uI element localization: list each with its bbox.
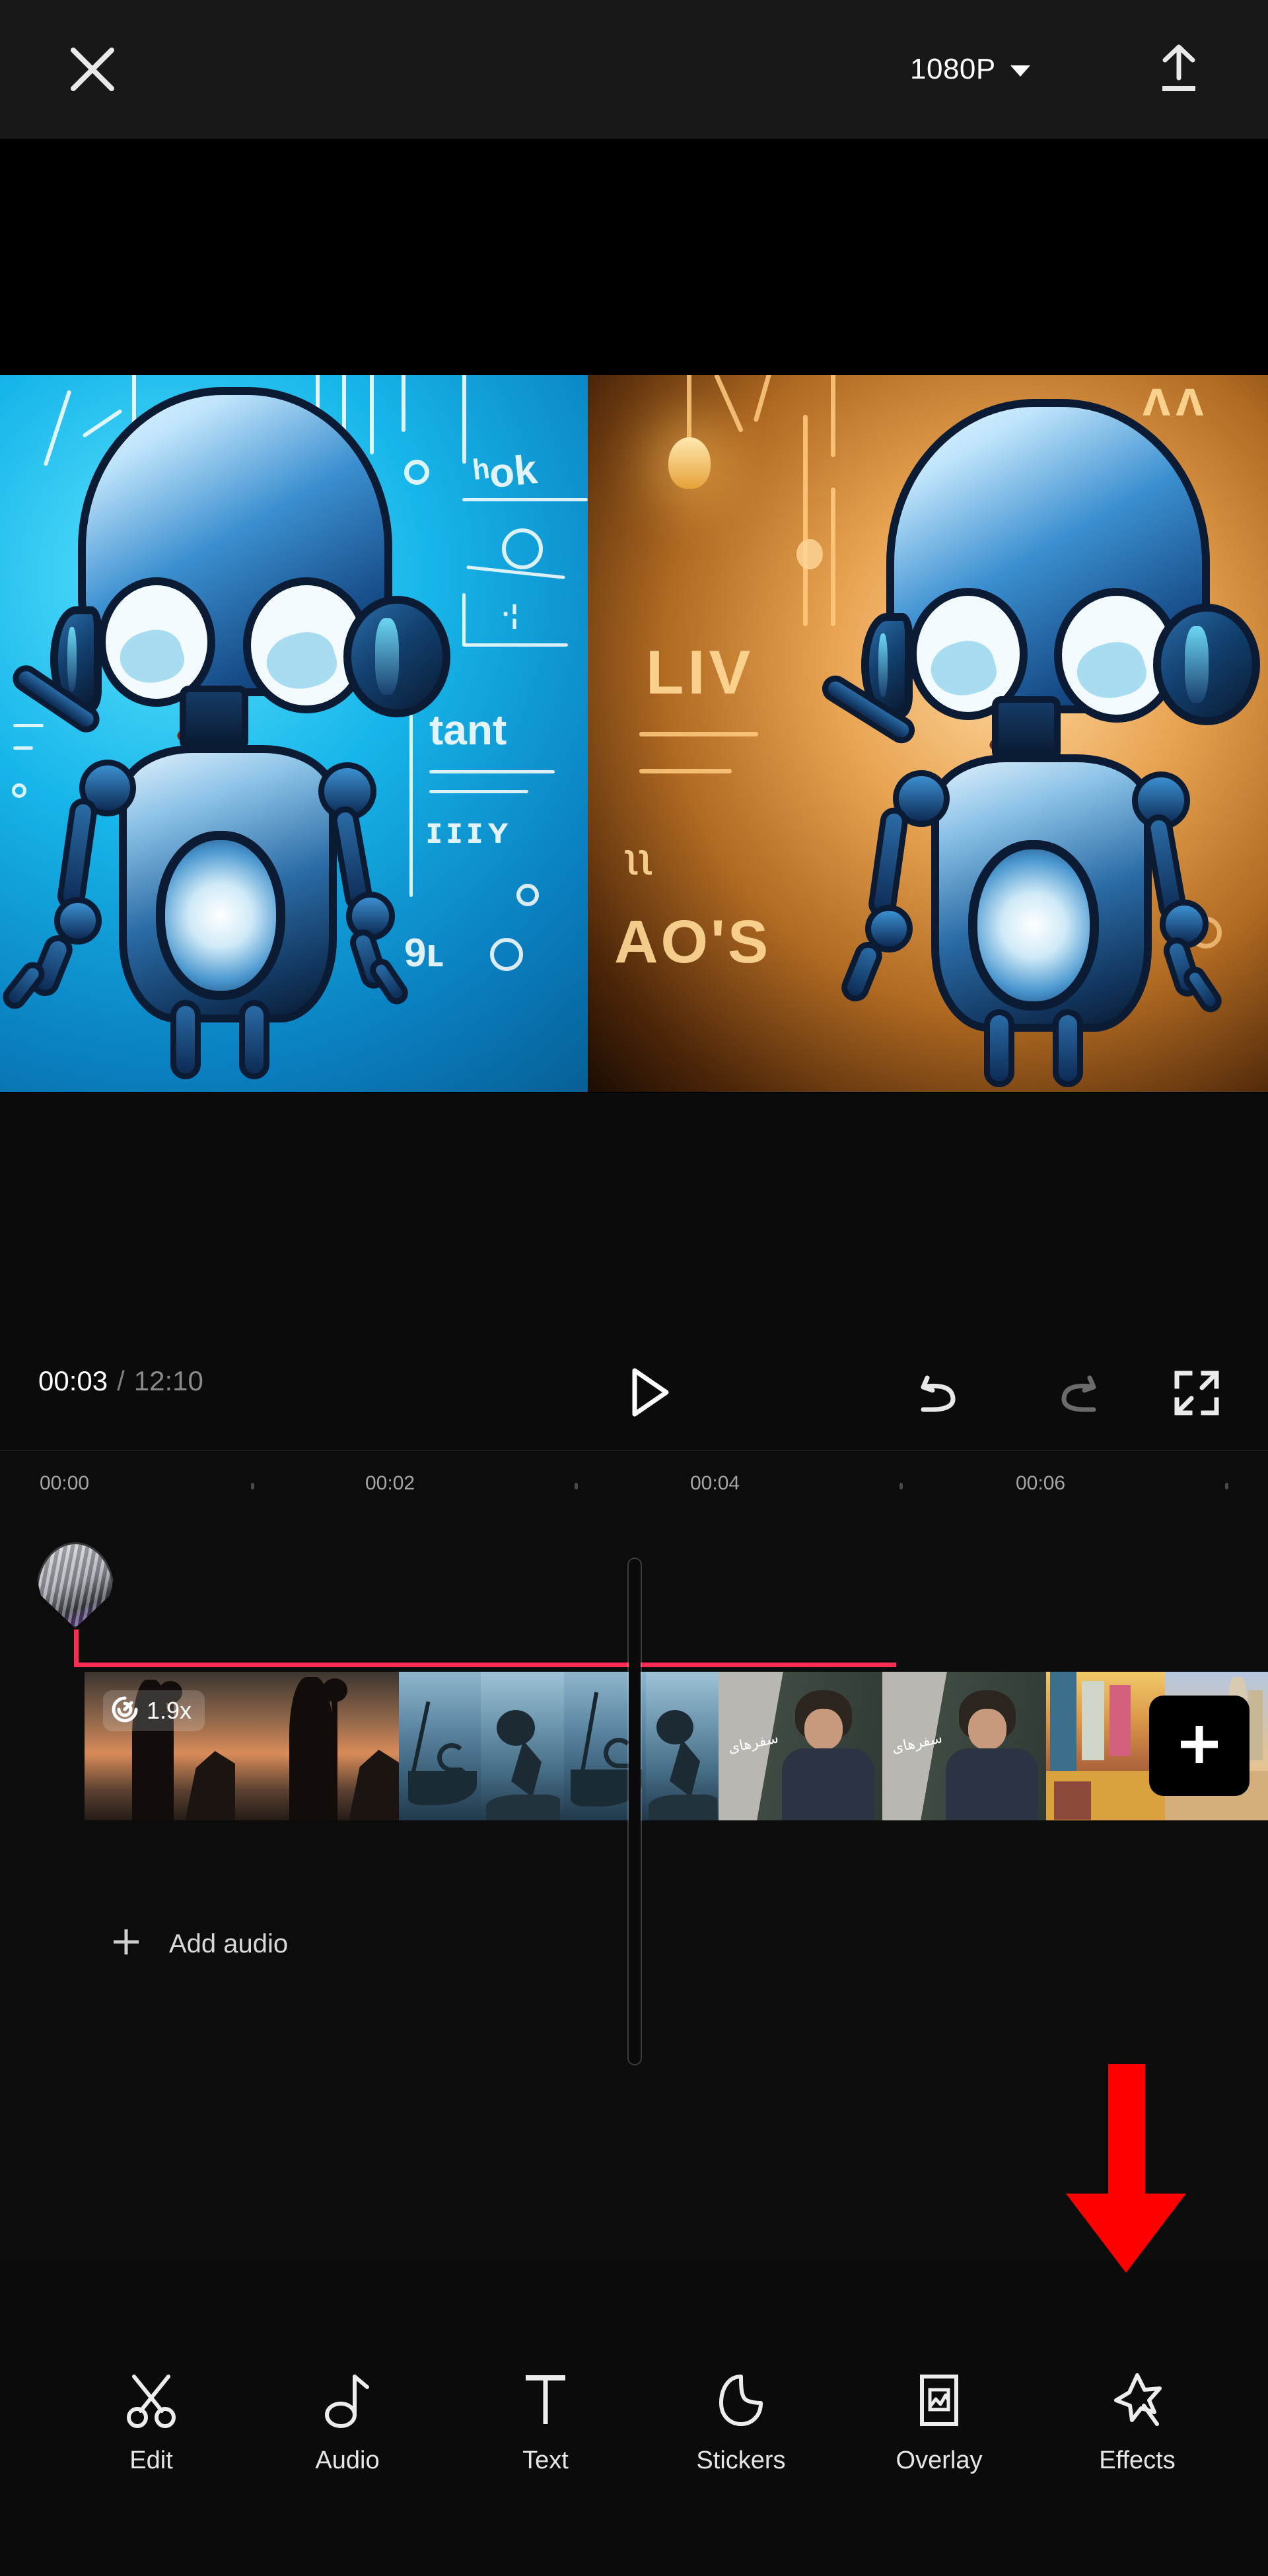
cover-bubble [36, 1542, 114, 1628]
table-row[interactable] [646, 1672, 719, 1820]
plus-icon [1176, 1721, 1223, 1771]
tool-overlay[interactable]: Overlay [864, 2370, 1014, 2473]
export-button[interactable] [1146, 36, 1212, 102]
table-row[interactable] [235, 1672, 399, 1820]
add-clip-button[interactable] [1149, 1696, 1250, 1796]
doodle-stroke [462, 375, 466, 464]
doodle-ring [12, 783, 26, 798]
tool-effects[interactable]: Effects [1062, 2370, 1213, 2473]
time-separator: / [117, 1365, 125, 1396]
doodle-stroke [13, 746, 33, 750]
doodle-stroke [13, 724, 44, 727]
doodle-stroke [462, 643, 568, 647]
resolution-label: 1080P [910, 53, 996, 85]
scissors-icon [123, 2370, 179, 2431]
doodle-stroke [409, 699, 413, 897]
ruler-label: 00:02 [365, 1472, 415, 1494]
playback-bar: 00:03 / 12:10 [0, 1334, 1268, 1450]
overlay-image-icon [915, 2370, 963, 2431]
tool-label: Text [522, 2447, 569, 2474]
fullscreen-button[interactable] [1166, 1363, 1228, 1425]
speed-label: 1.9x [147, 1697, 192, 1724]
cover-connector-horizontal [74, 1663, 896, 1667]
tool-label: Stickers [696, 2447, 786, 2474]
doodle-stroke [429, 790, 528, 793]
doodle-stroke [370, 375, 374, 454]
laptop-keyboard-thumbnail [38, 1544, 112, 1626]
redo-button[interactable] [1043, 1363, 1106, 1425]
undo-button[interactable] [911, 1363, 973, 1425]
video-editor-app: 1080P ʰok ·¦ tant ɪɪɪʏ 9ʟ LIV ʅʅ AO'S ʌʌ… [0, 0, 1268, 2576]
table-row[interactable]: سفرهای [719, 1672, 882, 1820]
doodle-ring [516, 884, 539, 906]
ruler-tick [251, 1483, 254, 1489]
redo-icon [1050, 1370, 1099, 1419]
tool-stickers[interactable]: Stickers [666, 2370, 816, 2473]
add-audio-button[interactable]: Add audio [111, 1927, 288, 1960]
table-row[interactable]: سفرهای [882, 1672, 1046, 1820]
preview-pane-right: LIV ʅʅ AO'S ʌʌ [588, 375, 1268, 1092]
fullscreen-icon [1173, 1369, 1220, 1420]
timecode-display: 00:03 / 12:10 [38, 1367, 203, 1395]
doodle-stroke [429, 770, 555, 773]
video-preview[interactable]: ʰok ·¦ tant ɪɪɪʏ 9ʟ LIV ʅʅ AO'S ʌʌ [0, 139, 1268, 1093]
undo-icon [918, 1370, 967, 1419]
tool-label: Audio [315, 2447, 380, 2474]
video-track[interactable]: 1.9x سفرهای سفرهای [85, 1672, 1268, 1820]
preview-pane-left: ʰok ·¦ tant ɪɪɪʏ 9ʟ [0, 375, 588, 1092]
doodle-dot [796, 539, 823, 569]
resolution-selector[interactable]: 1080P [910, 41, 1030, 98]
table-row[interactable] [399, 1672, 481, 1820]
ruler-tick [575, 1483, 578, 1489]
ruler-label: 00:00 [40, 1472, 90, 1494]
timeline-playhead[interactable] [629, 1559, 641, 2064]
table-row[interactable]: 1.9x [85, 1672, 235, 1820]
cover-thumbnail-marker[interactable] [36, 1542, 114, 1636]
play-icon [629, 1367, 670, 1421]
lamp-bulb-doodle [668, 437, 711, 489]
clip-caption: سفرهای [726, 1730, 780, 1757]
speed-badge[interactable]: 1.9x [103, 1690, 205, 1731]
bottom-toolbar: Edit Audio Text Stickers Overlay Effects [0, 2338, 1268, 2576]
sticker-icon [715, 2370, 767, 2431]
doodle-ring [502, 528, 543, 569]
close-icon [67, 44, 118, 95]
plus-icon [111, 1927, 141, 1960]
tool-label: Edit [129, 2447, 173, 2474]
timeline-ruler[interactable]: 00:00 00:02 00:04 00:06 [0, 1450, 1268, 1522]
text-t-icon [520, 2370, 571, 2431]
magic-star-icon [1110, 2370, 1165, 2431]
add-audio-label: Add audio [169, 1929, 289, 1958]
tool-label: Overlay [896, 2447, 983, 2474]
clip-caption: سفرهای [890, 1730, 944, 1757]
ruler-label: 00:04 [690, 1472, 740, 1494]
tool-text[interactable]: Text [470, 2370, 621, 2473]
doodle-stroke [462, 498, 588, 501]
top-bar: 1080P [0, 0, 1268, 139]
doodle-stroke [402, 375, 405, 432]
ruler-tick [899, 1483, 903, 1489]
video-frame: ʰok ·¦ tant ɪɪɪʏ 9ʟ LIV ʅʅ AO'S ʌʌ [0, 375, 1268, 1092]
chevron-down-icon [1010, 65, 1030, 77]
upload-icon [1154, 42, 1203, 97]
play-button[interactable] [614, 1358, 686, 1429]
total-time: 12:10 [133, 1365, 203, 1396]
table-row[interactable] [1046, 1672, 1165, 1820]
table-row[interactable] [481, 1672, 564, 1820]
tool-label: Effects [1099, 2447, 1176, 2474]
doodle-ring [490, 938, 523, 971]
doodle-ring [404, 460, 429, 485]
doodle-stroke [462, 593, 466, 646]
music-note-icon [324, 2370, 371, 2431]
tool-audio[interactable]: Audio [272, 2370, 423, 2473]
ruler-label: 00:06 [1016, 1472, 1066, 1494]
tool-edit[interactable]: Edit [76, 2370, 227, 2473]
current-time: 00:03 [38, 1365, 108, 1396]
speed-icon [111, 1696, 139, 1727]
ruler-tick [1225, 1483, 1228, 1489]
cover-connector-vertical [74, 1629, 79, 1666]
close-button[interactable] [63, 40, 122, 99]
